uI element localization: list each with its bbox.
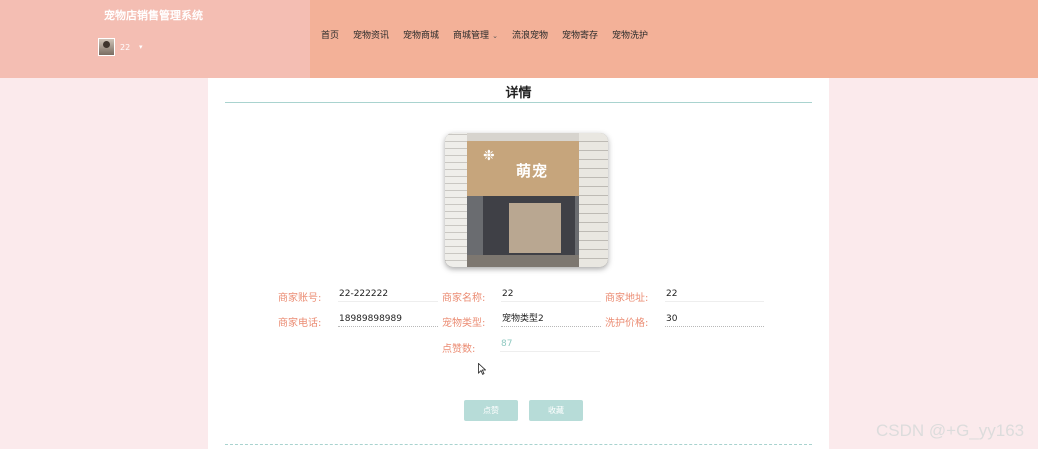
bottom-divider — [225, 444, 812, 445]
merchant-address-value: 22 — [665, 288, 764, 302]
like-count-label: 点赞数: — [442, 344, 476, 355]
nav-item-pet-grooming[interactable]: 宠物洗护 — [612, 30, 648, 42]
nav-item-pet-mall[interactable]: 宠物商城 — [403, 30, 439, 42]
wash-price-value: 30 — [665, 313, 764, 327]
mouse-cursor-icon — [478, 363, 486, 375]
pet-type-value: 宠物类型2 — [501, 313, 601, 327]
merchant-account-label: 商家账号: — [278, 293, 322, 304]
merchant-phone-value: 18989898989 — [338, 313, 438, 327]
photo-left-wall — [445, 133, 467, 267]
username[interactable]: 22 — [120, 43, 130, 52]
nav-item-pet-boarding[interactable]: 宠物寄存 — [562, 30, 598, 42]
nav-item-stray-pets[interactable]: 流浪宠物 — [512, 30, 548, 42]
merchant-name-label: 商家名称: — [442, 293, 486, 304]
merchant-address-label: 商家地址: — [605, 293, 649, 304]
user-menu-caret-icon[interactable]: ▾ — [139, 43, 143, 51]
wash-price-label: 洗护价格: — [605, 318, 649, 329]
watermark: CSDN @+G_yy163 — [876, 421, 1025, 440]
like-button[interactable]: 点赞 — [464, 400, 518, 421]
nav-item-mall-management[interactable]: 商城管理 ⌄ — [453, 30, 498, 42]
photo-interior — [509, 203, 561, 253]
nav-item-home[interactable]: 首页 — [321, 30, 339, 42]
title-divider — [225, 102, 812, 103]
page-title: 详情 — [505, 86, 532, 101]
paw-icon: ❉ — [483, 148, 495, 164]
merchant-photo: ❉ 萌宠 — [445, 133, 608, 267]
detail-card: 详情 ❉ 萌宠 商家账号: 22-222222 商家名称: 22 商家地址: 2… — [208, 78, 829, 449]
app-title: 宠物店销售管理系统 — [104, 9, 203, 22]
favorite-button[interactable]: 收藏 — [529, 400, 583, 421]
top-header: 宠物店销售管理系统 22 ▾ 首页 宠物资讯 宠物商城 商城管理 ⌄ 流浪宠物 宠… — [0, 0, 1038, 78]
avatar[interactable] — [98, 38, 115, 56]
merchant-name-value: 22 — [501, 288, 601, 302]
brand-panel: 宠物店销售管理系统 22 ▾ — [0, 0, 310, 78]
chevron-down-icon: ⌄ — [492, 32, 498, 40]
pet-type-label: 宠物类型: — [442, 318, 486, 329]
photo-sign-text: 萌宠 — [516, 162, 549, 180]
photo-right-wall — [579, 133, 608, 267]
main-nav: 首页 宠物资讯 宠物商城 商城管理 ⌄ 流浪宠物 宠物寄存 宠物洗护 — [321, 30, 662, 42]
nav-item-pet-news[interactable]: 宠物资讯 — [353, 30, 389, 42]
merchant-account-value: 22-222222 — [338, 288, 438, 302]
like-count-value: 87 — [500, 338, 600, 352]
merchant-phone-label: 商家电话: — [278, 318, 322, 329]
